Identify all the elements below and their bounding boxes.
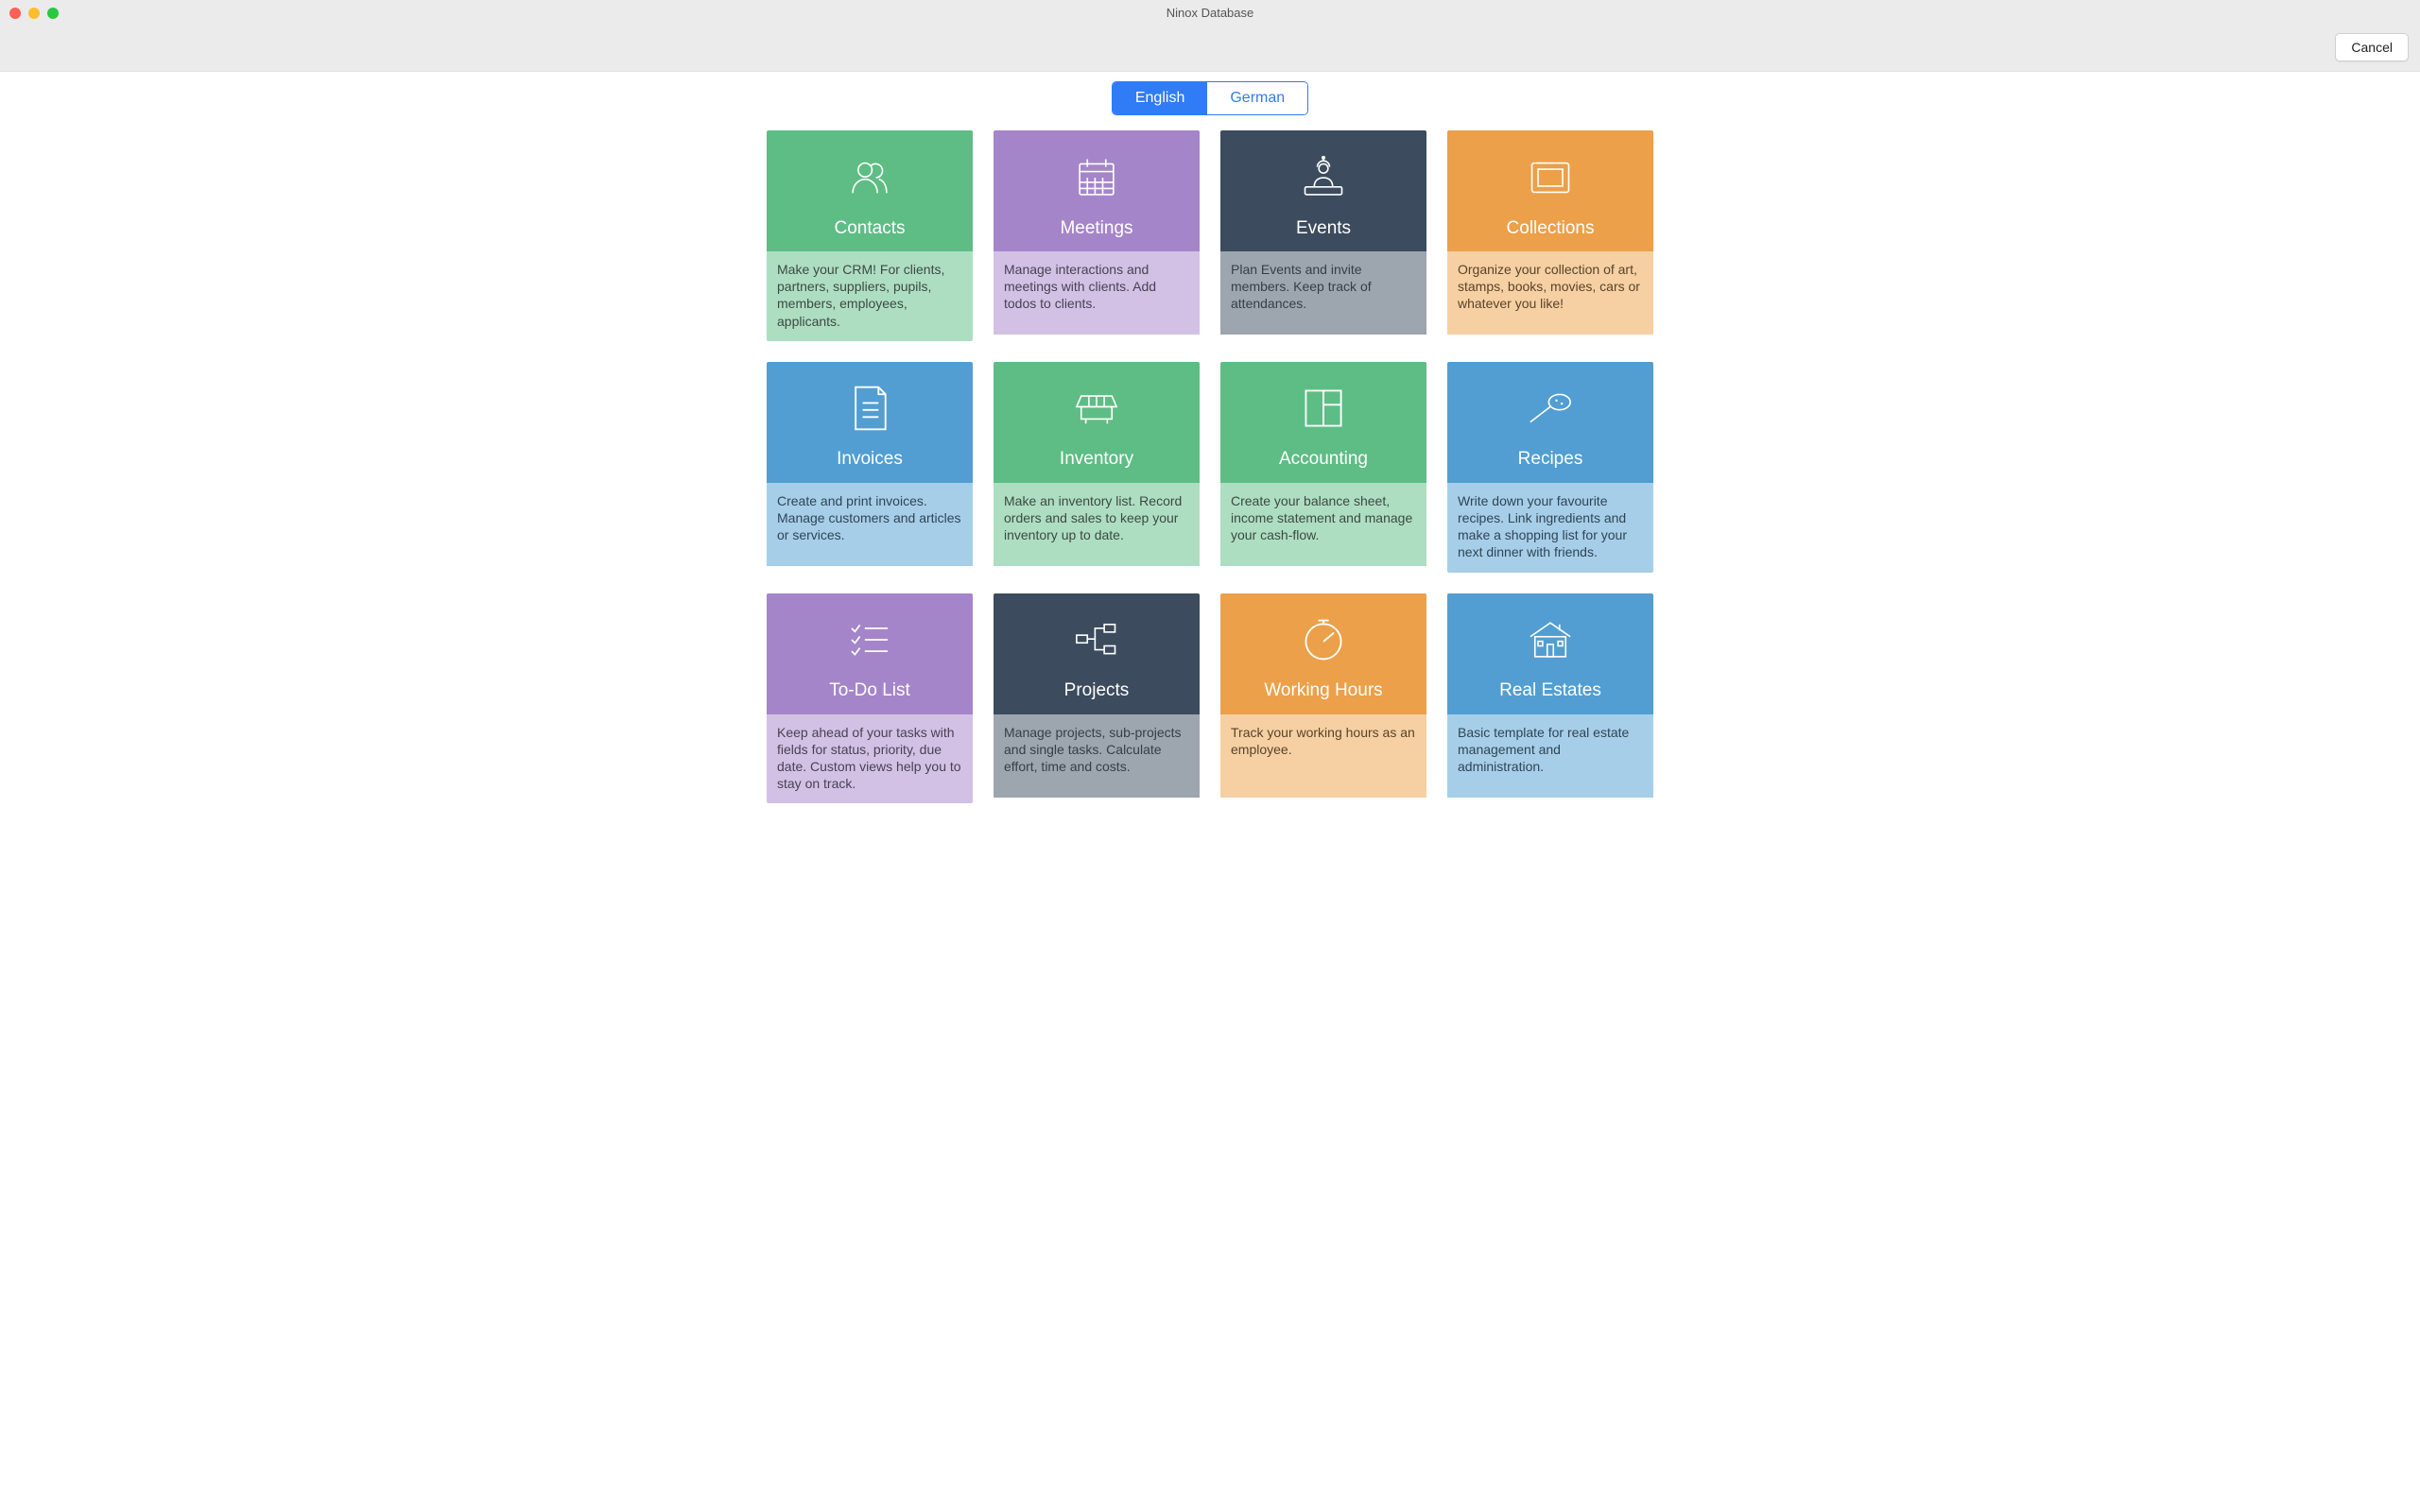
template-card-recipes[interactable]: Recipes Write down your favourite recipe… [1447,362,1653,573]
card-header: Meetings [994,130,1200,251]
template-grid-wrap: Contacts Make your CRM! For clients, par… [0,130,2420,841]
card-header: Recipes [1447,362,1653,483]
template-card-working-hours[interactable]: Working Hours Track your working hours a… [1220,593,1426,804]
card-description: Manage interactions and meetings with cl… [994,251,1200,335]
template-card-events[interactable]: Events Plan Events and invite members. K… [1220,130,1426,341]
card-title: Accounting [1279,449,1368,470]
card-title: Invoices [837,449,903,470]
card-description: Create and print invoices. Manage custom… [767,483,973,566]
card-title: Collections [1507,218,1595,239]
template-card-collections[interactable]: Collections Organize your collection of … [1447,130,1653,341]
card-description: Make your CRM! For clients, partners, su… [767,251,973,341]
dj-icon [1299,153,1348,205]
people-icon [845,153,894,205]
card-description: Basic template for real estate managemen… [1447,714,1653,798]
card-header: Invoices [767,362,973,483]
template-card-inventory[interactable]: Inventory Make an inventory list. Record… [994,362,1200,573]
maximize-window-button[interactable] [47,8,59,19]
card-description: Track your working hours as an employee. [1220,714,1426,798]
card-header: Working Hours [1220,593,1426,714]
close-window-button[interactable] [9,8,21,19]
stopwatch-icon [1299,615,1348,667]
card-title: Real Estates [1499,680,1601,701]
minimize-window-button[interactable] [28,8,40,19]
card-description: Write down your favourite recipes. Link … [1447,483,1653,573]
invoice-icon [845,384,894,436]
language-option-german[interactable]: German [1207,82,1307,114]
template-card-meetings[interactable]: Meetings Manage interactions and meeting… [994,130,1200,341]
hierarchy-icon [1072,615,1121,667]
template-card-accounting[interactable]: Accounting Create your balance sheet, in… [1220,362,1426,573]
language-selector: English German [0,81,2420,115]
card-header: Projects [994,593,1200,714]
spoon-icon [1526,384,1575,436]
app-title: Ninox Database [1167,6,1254,20]
card-header: Accounting [1220,362,1426,483]
house-icon [1526,615,1575,667]
quadrant-icon [1299,384,1348,436]
template-card-todo[interactable]: To-Do List Keep ahead of your tasks with… [767,593,973,804]
template-card-projects[interactable]: Projects Manage projects, sub-projects a… [994,593,1200,804]
card-title: Inventory [1060,449,1133,470]
titlebar: Ninox Database Cancel [0,0,2420,72]
card-header: Events [1220,130,1426,251]
card-description: Create your balance sheet, income statem… [1220,483,1426,566]
card-title: Contacts [835,218,906,239]
card-title: To-Do List [829,680,910,701]
card-header: Real Estates [1447,593,1653,714]
shelf-icon [1072,384,1121,436]
template-card-contacts[interactable]: Contacts Make your CRM! For clients, par… [767,130,973,341]
frame-icon [1526,153,1575,205]
card-header: Inventory [994,362,1200,483]
card-description: Plan Events and invite members. Keep tra… [1220,251,1426,335]
cancel-button[interactable]: Cancel [2335,33,2409,61]
window-controls [9,8,59,19]
card-description: Keep ahead of your tasks with fields for… [767,714,973,804]
card-title: Meetings [1060,218,1132,239]
card-header: To-Do List [767,593,973,714]
calendar-icon [1072,153,1121,205]
card-title: Events [1296,218,1351,239]
card-header: Collections [1447,130,1653,251]
card-title: Projects [1064,680,1130,701]
checklist-icon [845,615,894,667]
language-segmented-control: English German [1112,81,1308,115]
template-card-real-estates[interactable]: Real Estates Basic template for real est… [1447,593,1653,804]
template-card-invoices[interactable]: Invoices Create and print invoices. Mana… [767,362,973,573]
card-header: Contacts [767,130,973,251]
card-description: Organize your collection of art, stamps,… [1447,251,1653,335]
card-title: Working Hours [1264,680,1382,701]
card-description: Manage projects, sub-projects and single… [994,714,1200,798]
language-option-english[interactable]: English [1113,82,1207,114]
template-grid: Contacts Make your CRM! For clients, par… [767,130,1653,803]
card-title: Recipes [1518,449,1583,470]
card-description: Make an inventory list. Record orders an… [994,483,1200,566]
